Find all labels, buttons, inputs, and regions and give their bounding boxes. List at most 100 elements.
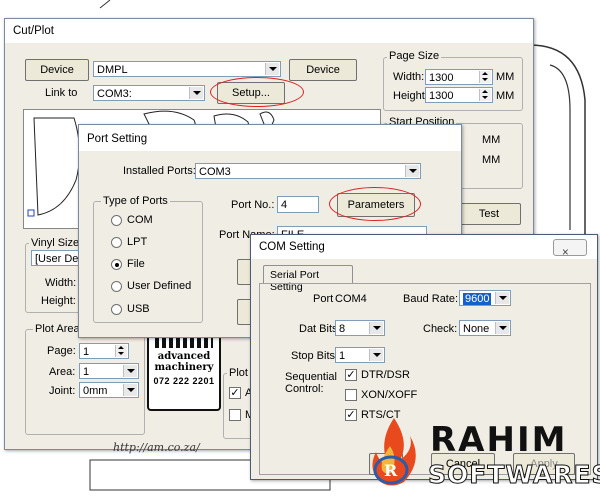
page-input[interactable]: 1	[79, 343, 129, 359]
sequential-label: Sequential	[285, 371, 337, 383]
installed-ports-label: Installed Ports:	[123, 165, 196, 177]
radio-file[interactable]	[111, 259, 122, 270]
type-of-ports-legend: Type of Ports	[101, 195, 170, 207]
joint-select[interactable]: 0mm	[79, 382, 139, 398]
spinner-icon[interactable]	[479, 89, 491, 101]
link-to-value: COM3:	[97, 88, 132, 100]
watermark-line-2: SOFTWARES	[428, 460, 600, 490]
baud-rate-label: Baud Rate:	[403, 293, 459, 305]
start-y-unit: MM	[482, 154, 501, 166]
com-port-value: COM4	[335, 293, 367, 305]
logo-line-1: advanced	[157, 351, 211, 362]
start-x-unit: MM	[482, 134, 501, 146]
vinyl-height-label: Height:	[41, 295, 76, 307]
test-button[interactable]: Test	[457, 203, 521, 225]
logo-line-2: machinery	[154, 362, 214, 373]
parameters-highlight-ellipse	[329, 187, 421, 221]
spinner-icon[interactable]	[115, 345, 127, 357]
radio-com[interactable]	[111, 215, 122, 226]
setup-highlight-ellipse	[210, 77, 304, 107]
device-button-left[interactable]: Device	[25, 59, 89, 81]
chevron-down-icon	[123, 384, 137, 396]
flame-logo-icon: R	[372, 418, 416, 486]
plot-b-checkbox-a[interactable]: ✓	[229, 387, 241, 399]
radio-user-defined[interactable]	[111, 281, 122, 292]
chevron-down-icon	[265, 63, 279, 75]
vinyl-width-label: Width:	[45, 277, 77, 289]
device-select-value: DMPL	[97, 64, 128, 76]
port-no-value: 4	[281, 199, 288, 211]
chevron-down-icon	[189, 87, 203, 99]
page-size-legend: Page Size	[387, 50, 442, 62]
com-setting-title: COM Setting	[259, 241, 325, 253]
chevron-down-icon	[369, 349, 383, 361]
joint-label: Joint:	[49, 385, 76, 397]
device-button-right[interactable]: Device	[289, 59, 357, 81]
plot-area-legend: Plot Area:	[33, 323, 85, 335]
svg-text:R: R	[384, 461, 398, 480]
vinyl-size-value: [User De	[35, 253, 79, 265]
control-label: Control:	[285, 383, 324, 395]
radio-usb[interactable]	[111, 304, 122, 315]
page-height-input[interactable]: 1300	[425, 87, 493, 103]
chevron-down-icon	[495, 322, 509, 334]
page-label: Page:	[47, 345, 76, 357]
chevron-down-icon	[369, 322, 383, 334]
device-select[interactable]: DMPL	[93, 61, 281, 77]
page-width-input[interactable]: 1300	[425, 69, 493, 85]
chevron-down-icon	[123, 365, 137, 377]
port-no-label: Port No.:	[231, 199, 275, 211]
spinner-icon[interactable]	[479, 71, 491, 83]
page-height-value: 1300	[429, 90, 454, 102]
joint-value: 0mm	[83, 385, 108, 397]
radio-lpt[interactable]	[111, 237, 122, 248]
check-label: Check:	[423, 323, 458, 335]
link-to-label: Link to	[45, 87, 78, 99]
stop-bits-select[interactable]: 1	[335, 347, 385, 363]
radio-usb-label: USB	[127, 303, 150, 315]
radio-file-label: File	[127, 258, 145, 270]
dtr-dsr-checkbox[interactable]: ✓	[345, 369, 357, 381]
check-value: None	[463, 323, 490, 335]
chevron-down-icon	[405, 165, 419, 177]
close-icon: ×	[562, 247, 569, 259]
installed-ports-select[interactable]: COM3	[195, 163, 421, 179]
baud-rate-value: 9600	[463, 293, 492, 305]
stop-bits-value: 1	[339, 350, 346, 362]
rts-cts-checkbox[interactable]: ✓	[345, 409, 357, 421]
radio-user-defined-label: User Defined	[127, 280, 192, 292]
com-port-label: Port	[313, 293, 334, 305]
cutplot-title: Cut/Plot	[13, 25, 54, 37]
stop-bits-label: Stop Bits:	[291, 350, 339, 362]
baud-rate-select[interactable]: 9600	[459, 290, 511, 306]
com-setting-titlebar: COM Setting ×	[251, 235, 597, 259]
page-height-unit: MM	[496, 90, 515, 102]
area-value: 1	[83, 366, 90, 378]
page-width-label: Width:	[393, 71, 425, 83]
watermark: R RAHIM SOFTWARES	[360, 412, 600, 492]
xon-xoff-label: XON/XOFF	[361, 389, 418, 401]
area-select[interactable]: 1	[79, 363, 139, 379]
link-to-select[interactable]: COM3:	[93, 85, 205, 101]
chevron-down-icon	[495, 292, 509, 304]
page-width-unit: MM	[496, 71, 515, 83]
com-close-button[interactable]: ×	[553, 239, 587, 259]
dtr-dsr-label: DTR/DSR	[361, 369, 410, 381]
page-width-value: 1300	[429, 72, 454, 84]
port-no-input[interactable]: 4	[277, 196, 319, 213]
watermark-line-1: RAHIM	[430, 420, 568, 460]
website-url: http://am.co.za/	[113, 441, 200, 454]
serial-port-tab[interactable]: Serial Port Setting	[263, 265, 353, 293]
port-setting-titlebar: Port Setting	[79, 125, 461, 151]
vinyl-size-legend: Vinyl Size	[29, 237, 82, 249]
installed-ports-value: COM3	[199, 166, 231, 178]
xon-xoff-checkbox[interactable]	[345, 389, 357, 401]
page-value: 1	[83, 346, 90, 358]
dat-bits-select[interactable]: 8	[335, 320, 385, 336]
plot-b-checkbox-m[interactable]	[229, 409, 241, 421]
dat-bits-value: 8	[339, 323, 346, 335]
radio-lpt-label: LPT	[127, 236, 148, 248]
radio-com-label: COM	[127, 214, 153, 226]
page-height-label: Height	[393, 90, 425, 102]
check-select[interactable]: None	[459, 320, 511, 336]
